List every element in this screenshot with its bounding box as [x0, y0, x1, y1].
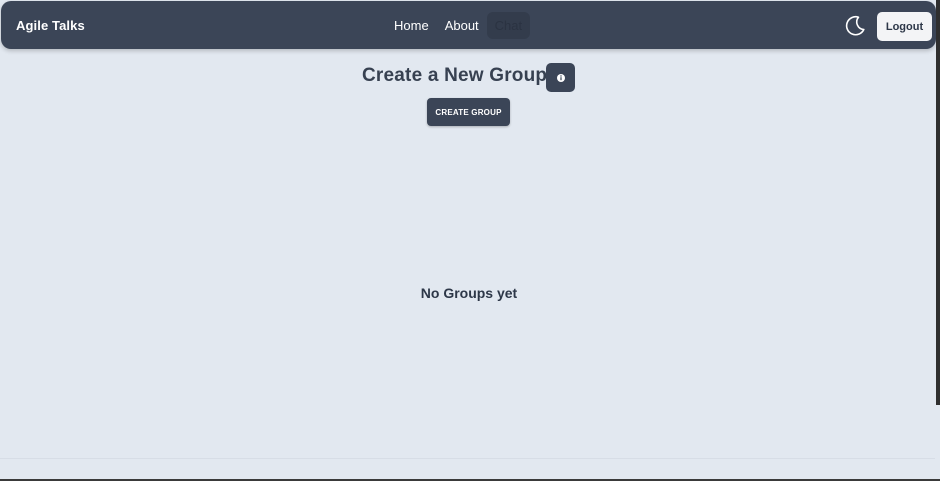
page-title: Create a New Group	[362, 65, 548, 86]
empty-groups-message: No Groups yet	[420, 285, 518, 301]
create-group-button[interactable]: CREATE GROUP	[427, 98, 510, 126]
logout-button[interactable]: Logout	[877, 12, 932, 41]
info-icon	[556, 73, 565, 82]
navbar: Agile Talks Home About Chat Logout	[1, 1, 936, 49]
info-button[interactable]	[546, 63, 575, 92]
moon-icon[interactable]	[843, 14, 867, 38]
brand-logo-text[interactable]: Agile Talks	[16, 18, 85, 33]
nav-link-about[interactable]: About	[437, 12, 487, 39]
create-group-header: Create a New Group	[0, 62, 936, 92]
app-window: Agile Talks Home About Chat Logout Creat…	[0, 0, 940, 481]
nav-link-chat[interactable]: Chat	[486, 11, 531, 39]
nav-link-home[interactable]: Home	[386, 12, 437, 39]
footer-divider	[0, 458, 935, 459]
nav-links: Home About Chat	[386, 11, 531, 39]
moon-icon-graphic	[845, 15, 865, 36]
scrollbar[interactable]	[936, 0, 940, 405]
